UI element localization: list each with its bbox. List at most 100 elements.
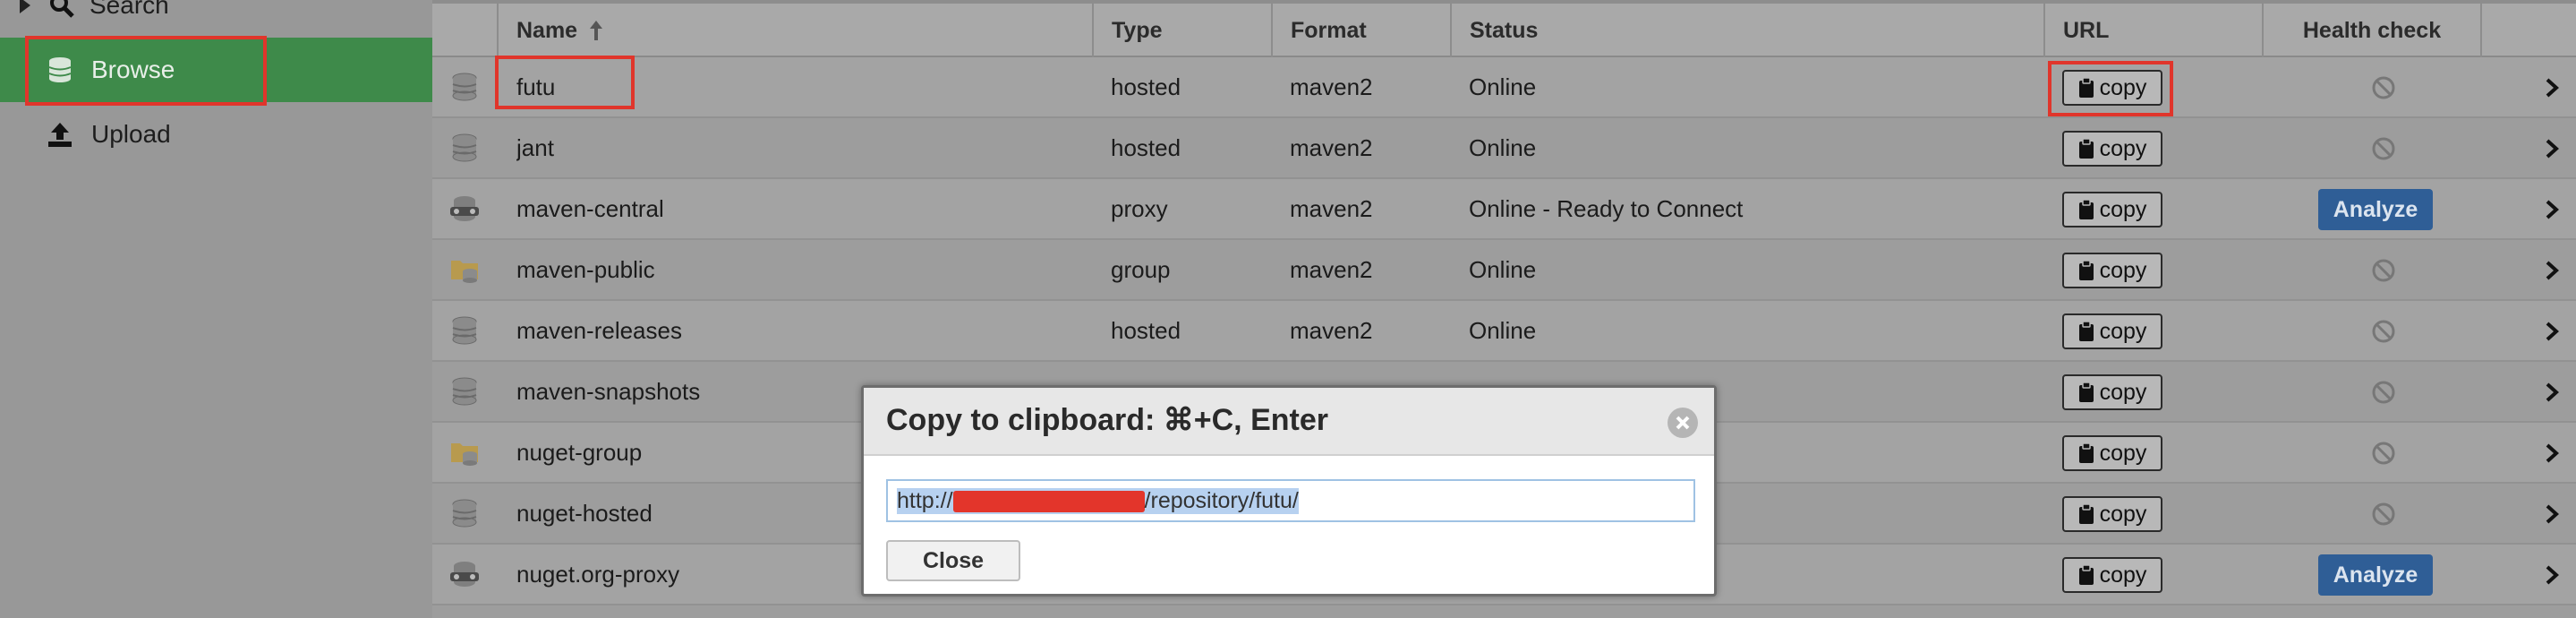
repo-status: Online: [1469, 134, 1537, 161]
chevron-right-icon[interactable]: [2545, 321, 2559, 342]
copy-label: copy: [2099, 196, 2147, 222]
column-header-format[interactable]: Format: [1273, 4, 1452, 57]
chevron-right-icon[interactable]: [2545, 260, 2559, 281]
sidebar-item-search[interactable]: Search: [0, 0, 432, 38]
grid-header: Name Type Format Status URL Health check: [432, 0, 2576, 57]
chevron-right-icon[interactable]: [2545, 138, 2559, 159]
clipboard-icon: [2078, 564, 2094, 585]
copy-label: copy: [2099, 257, 2147, 283]
clipboard-icon: [2078, 260, 2094, 280]
sidebar: Search Browse Upload: [0, 0, 432, 618]
copy-label: copy: [2099, 562, 2147, 588]
group-repo-icon: [451, 443, 478, 466]
copy-url-button[interactable]: copy: [2062, 70, 2162, 106]
repo-name: maven-releases: [516, 317, 682, 344]
table-row[interactable]: futu hosted maven2 Online copy: [432, 57, 2576, 118]
copy-url-button[interactable]: copy: [2062, 313, 2162, 349]
column-header-status[interactable]: Status: [1452, 4, 2045, 57]
repo-format: maven2: [1290, 134, 1373, 161]
repo-type: hosted: [1111, 73, 1181, 100]
hosted-repo-icon: [452, 73, 477, 101]
copy-label: copy: [2099, 501, 2147, 527]
repo-status: Online - Ready to Connect: [1469, 195, 1744, 222]
table-row[interactable]: maven-central proxy maven2 Online - Ready t…: [432, 179, 2576, 240]
table-row[interactable]: jant hosted maven2 Online copy: [432, 118, 2576, 179]
repo-status: Online: [1469, 73, 1537, 100]
redacted-host: [952, 490, 1145, 512]
copy-url-button[interactable]: copy: [2062, 131, 2162, 167]
clipboard-icon: [2078, 382, 2094, 402]
clipboard-icon: [2078, 442, 2094, 463]
copy-label: copy: [2099, 318, 2147, 344]
repo-status: Online: [1469, 317, 1537, 344]
repo-type: group: [1111, 256, 1171, 283]
search-icon: [48, 0, 75, 19]
clipboard-icon: [2078, 77, 2094, 98]
column-header-name[interactable]: Name: [499, 4, 1094, 57]
copy-label: copy: [2099, 379, 2147, 405]
table-row[interactable]: maven-public group maven2 Online copy: [432, 240, 2576, 301]
sidebar-item-upload[interactable]: Upload: [0, 102, 432, 167]
expand-arrow-icon: [20, 0, 30, 13]
chevron-right-icon[interactable]: [2545, 442, 2559, 464]
copy-url-button[interactable]: copy: [2062, 435, 2162, 471]
repo-name: maven-central: [516, 195, 664, 222]
copy-label: copy: [2099, 135, 2147, 161]
sidebar-item-browse[interactable]: Browse: [0, 38, 432, 102]
close-x-icon: [1676, 416, 1690, 430]
dialog-title: Copy to clipboard: ⌘+C, Enter: [886, 403, 1328, 437]
chevron-right-icon[interactable]: [2545, 564, 2559, 586]
close-icon[interactable]: [1668, 408, 1698, 438]
health-check-disabled-icon: [2372, 502, 2395, 526]
column-header-health-check[interactable]: Health check: [2264, 4, 2482, 57]
repo-type: hosted: [1111, 134, 1181, 161]
url-field[interactable]: http:///repository/futu/: [886, 479, 1695, 522]
copy-url-button[interactable]: copy: [2062, 192, 2162, 227]
chevron-right-icon[interactable]: [2545, 503, 2559, 525]
repo-format: maven2: [1290, 317, 1373, 344]
repo-type: proxy: [1111, 195, 1168, 222]
hosted-repo-icon: [452, 316, 477, 345]
sidebar-item-label: Upload: [91, 120, 171, 148]
analyze-button[interactable]: Analyze: [2318, 554, 2433, 596]
hosted-repo-icon: [452, 499, 477, 528]
health-check-disabled-icon: [2372, 259, 2395, 282]
analyze-button[interactable]: Analyze: [2318, 189, 2433, 230]
sort-ascending-icon: [590, 21, 603, 40]
health-check-disabled-icon: [2372, 381, 2395, 404]
copy-url-button[interactable]: copy: [2062, 496, 2162, 532]
repo-status: Online: [1469, 256, 1537, 283]
clipboard-icon: [2078, 503, 2094, 524]
repo-name: maven-public: [516, 256, 655, 283]
dialog-header: Copy to clipboard: ⌘+C, Enter: [864, 388, 1714, 456]
icon-column-header: [432, 4, 499, 57]
sidebar-item-label: Browse: [91, 56, 175, 83]
clipboard-icon: [2078, 138, 2094, 159]
column-header-url[interactable]: URL: [2045, 4, 2264, 57]
database-icon: [47, 56, 73, 83]
repo-name: futu: [516, 73, 556, 100]
copy-url-button[interactable]: copy: [2062, 253, 2162, 288]
health-check-disabled-icon: [2372, 76, 2395, 99]
sidebar-item-label: Search: [90, 0, 169, 19]
copy-url-button[interactable]: copy: [2062, 374, 2162, 410]
repo-format: maven2: [1290, 256, 1373, 283]
repo-name: jant: [516, 134, 554, 161]
chevron-right-icon[interactable]: [2545, 199, 2559, 220]
copy-to-clipboard-dialog: Copy to clipboard: ⌘+C, Enter http:///re…: [861, 385, 1717, 597]
repo-format: maven2: [1290, 73, 1373, 100]
proxy-repo-icon: [450, 196, 479, 221]
hosted-repo-icon: [452, 377, 477, 406]
group-repo-icon: [451, 261, 478, 283]
proxy-repo-icon: [450, 562, 479, 587]
copy-label: copy: [2099, 440, 2147, 466]
chevron-right-icon[interactable]: [2545, 382, 2559, 403]
health-check-disabled-icon: [2372, 442, 2395, 465]
column-header-type[interactable]: Type: [1094, 4, 1273, 57]
health-check-disabled-icon: [2372, 137, 2395, 160]
hosted-repo-icon: [452, 133, 477, 162]
close-button[interactable]: Close: [886, 540, 1020, 581]
table-row[interactable]: maven-releases hosted maven2 Online copy: [432, 301, 2576, 362]
copy-url-button[interactable]: copy: [2062, 557, 2162, 593]
chevron-right-icon[interactable]: [2545, 77, 2559, 99]
